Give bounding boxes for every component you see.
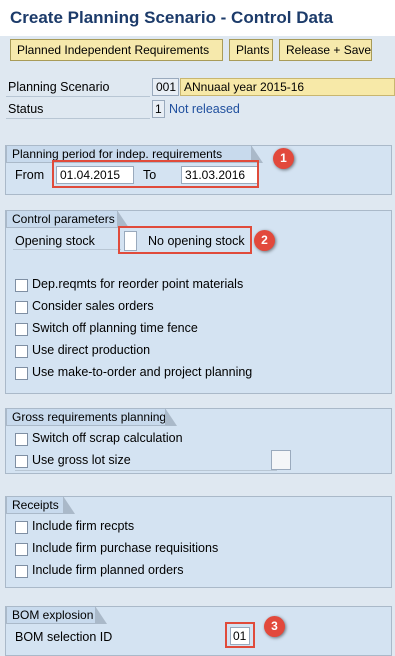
consider-sales-orders-checkbox[interactable] — [15, 301, 28, 314]
bom-selection-highlight-frame — [225, 622, 255, 648]
firm-planned-orders-checkbox[interactable] — [15, 565, 28, 578]
receipts-group: Receipts Include firm recpts Include fir… — [5, 496, 392, 588]
firm-recpts-checkbox[interactable] — [15, 521, 28, 534]
direct-production-checkbox[interactable] — [15, 345, 28, 358]
gross-lot-size-label: Use gross lot size — [32, 453, 131, 467]
gross-lot-size-checkbox[interactable] — [15, 455, 28, 468]
firm-recpts-label: Include firm recpts — [32, 519, 135, 533]
gross-lot-size-input[interactable] — [271, 450, 291, 470]
label-underline — [15, 470, 277, 471]
firm-purchase-requisitions-checkbox[interactable] — [15, 543, 28, 556]
planned-independent-requirements-button[interactable]: Planned Independent Requirements — [10, 39, 223, 61]
scrap-calculation-label: Switch off scrap calculation — [32, 431, 183, 445]
scrap-calculation-checkbox[interactable] — [15, 433, 28, 446]
application-toolbar: Planned Independent Requirements Plants … — [0, 36, 395, 66]
planning-time-fence-checkbox[interactable] — [15, 323, 28, 336]
annotation-marker-2: 2 — [254, 230, 275, 251]
receipts-group-title: Receipts — [6, 496, 75, 514]
consider-sales-orders-label: Consider sales orders — [32, 299, 154, 313]
gross-requirements-group-title: Gross requirements planning — [6, 408, 177, 426]
scenario-number-field: 001 — [152, 78, 179, 96]
firm-planned-orders-label: Include firm planned orders — [32, 563, 184, 577]
annotation-marker-3: 3 — [264, 616, 285, 637]
opening-stock-highlight-frame — [118, 226, 252, 254]
bom-explosion-group-title: BOM explosion — [6, 606, 107, 624]
firm-purchase-requisitions-label: Include firm purchase requisitions — [32, 541, 219, 555]
label-underline — [6, 118, 150, 119]
scenario-name-input[interactable]: ANnuaal year 2015-16 — [180, 78, 395, 96]
bom-selection-id-label: BOM selection ID — [15, 630, 113, 644]
period-highlight-frame — [52, 160, 259, 188]
make-to-order-label: Use make-to-order and project planning — [32, 365, 253, 379]
planning-time-fence-label: Switch off planning time fence — [32, 321, 198, 335]
from-label: From — [15, 168, 45, 182]
direct-production-label: Use direct production — [32, 343, 151, 357]
status-code-field: 1 — [152, 100, 165, 118]
plants-button[interactable]: Plants — [229, 39, 273, 61]
page-title: Create Planning Scenario - Control Data — [0, 0, 395, 36]
control-parameters-group-title: Control parameters — [6, 210, 129, 228]
label-underline — [6, 96, 150, 97]
gross-requirements-group: Gross requirements planning Switch off s… — [5, 408, 392, 474]
dep-reqmts-label: Dep.reqmts for reorder point materials — [32, 277, 244, 291]
planning-scenario-label: Planning Scenario — [8, 80, 110, 94]
bom-explosion-group: BOM explosion BOM selection ID 01 — [5, 606, 392, 656]
label-underline — [13, 249, 121, 250]
status-label: Status — [8, 102, 44, 116]
dep-reqmts-checkbox[interactable] — [15, 279, 28, 292]
annotation-marker-1: 1 — [273, 148, 294, 169]
opening-stock-label: Opening stock — [15, 234, 95, 248]
make-to-order-checkbox[interactable] — [15, 367, 28, 380]
status-text: Not released — [169, 102, 240, 116]
release-save-button[interactable]: Release + Save — [279, 39, 372, 61]
